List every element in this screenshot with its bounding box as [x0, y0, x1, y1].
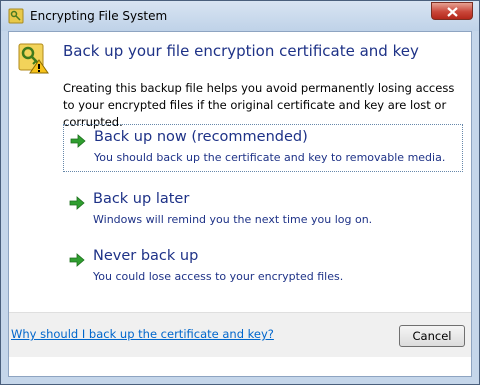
efs-key-icon — [8, 8, 24, 24]
help-link[interactable]: Why should I back up the certificate and… — [11, 327, 274, 341]
option-title: Back up now (recommended) — [94, 129, 308, 145]
title-bar[interactable]: Encrypting File System — [1, 1, 479, 31]
option-description: You could lose access to your encrypted … — [93, 270, 344, 283]
option-back-up-now[interactable]: Back up now (recommended) You should bac… — [63, 124, 463, 172]
dialog-window: Encrypting File System Back up your file… — [0, 0, 480, 385]
close-button[interactable] — [431, 2, 473, 20]
page-heading: Back up your file encryption certificate… — [63, 42, 419, 60]
option-title: Back up later — [93, 191, 190, 207]
close-icon — [447, 7, 458, 17]
option-title: Never back up — [93, 248, 199, 264]
dialog-content: Back up your file encryption certificate… — [8, 31, 472, 377]
option-description: Windows will remind you the next time yo… — [93, 213, 373, 226]
option-back-up-later[interactable]: Back up later Windows will remind you th… — [63, 187, 463, 235]
option-description: You should back up the certificate and k… — [94, 151, 446, 164]
key-warning-icon — [17, 42, 49, 74]
green-arrow-icon — [69, 252, 85, 268]
option-never-back-up[interactable]: Never back up You could lose access to y… — [63, 244, 463, 292]
cancel-button[interactable]: Cancel — [399, 325, 465, 347]
green-arrow-icon — [70, 133, 86, 149]
window-title: Encrypting File System — [30, 9, 168, 23]
green-arrow-icon — [69, 195, 85, 211]
